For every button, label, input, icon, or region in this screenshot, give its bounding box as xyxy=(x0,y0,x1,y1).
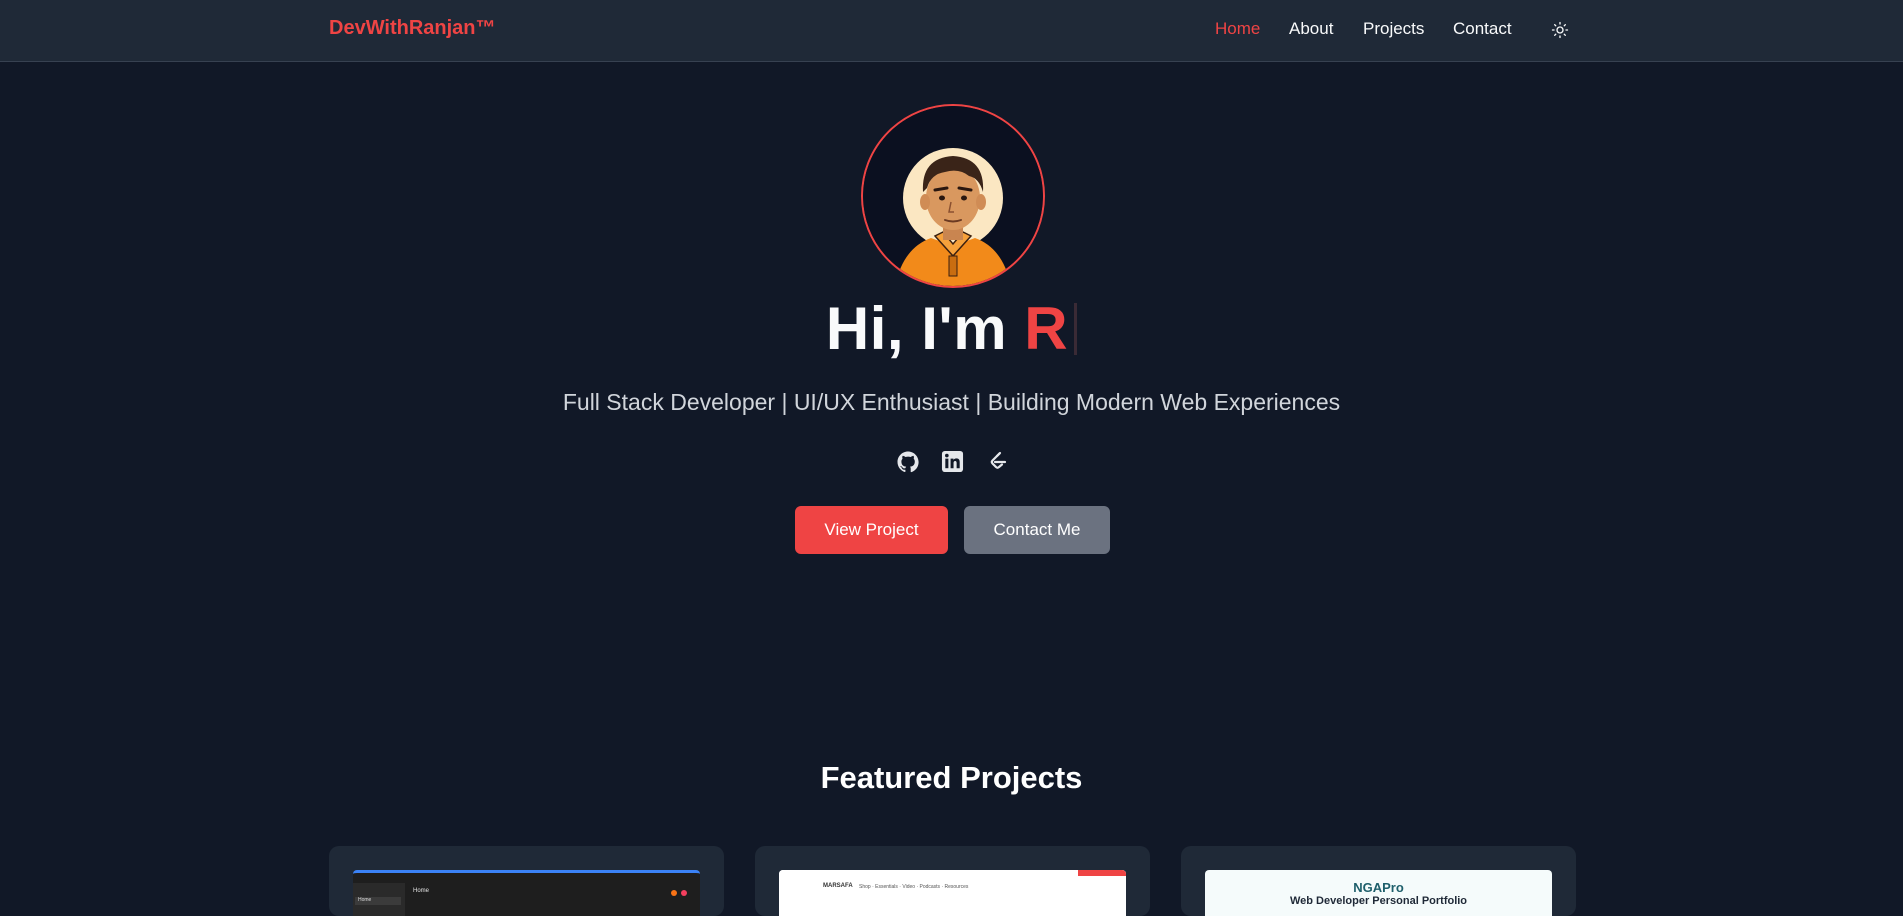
hero-typed-name: R xyxy=(1024,295,1069,362)
hero-greeting: Hi, I'm xyxy=(825,295,1025,362)
hero-heading: Hi, I'm R xyxy=(0,294,1903,363)
github-link[interactable] xyxy=(895,449,920,474)
nav-link-projects[interactable]: Projects xyxy=(1363,19,1424,39)
leetcode-link[interactable] xyxy=(985,449,1010,474)
thumbnail-logo: NGAPro xyxy=(1353,880,1404,895)
navbar: DevWithRanjan™ Home About Projects Conta… xyxy=(0,0,1903,62)
github-icon xyxy=(897,451,919,472)
thumbnail-dot xyxy=(671,890,677,896)
thumbnail-menu: Shop · Essentials · Video · Podcasts · R… xyxy=(859,884,969,890)
nav-link-about[interactable]: About xyxy=(1289,19,1333,39)
sun-icon xyxy=(1551,21,1569,39)
linkedin-link[interactable] xyxy=(940,449,965,474)
hero-subtitle: Full Stack Developer | UI/UX Enthusiast … xyxy=(562,389,1341,415)
project-thumbnail: Home Home xyxy=(353,870,700,916)
typing-cursor xyxy=(1074,303,1078,355)
leetcode-icon xyxy=(990,451,1006,469)
thumbnail-banner xyxy=(1078,870,1126,876)
thumbnail-label: Home xyxy=(413,888,430,894)
thumbnail-topbar xyxy=(779,870,1126,876)
avatar xyxy=(861,104,1045,288)
avatar-illustration xyxy=(863,106,1043,286)
nav-link-home[interactable]: Home xyxy=(1215,19,1260,39)
theme-toggle-button[interactable] xyxy=(1548,18,1572,42)
project-card[interactable]: NGAPro Web Developer Personal Portfolio xyxy=(1181,846,1576,916)
project-card[interactable]: MARSAFA Shop · Essentials · Video · Podc… xyxy=(755,846,1150,916)
nav-link-contact[interactable]: Contact xyxy=(1453,19,1512,39)
project-card[interactable]: Home Home xyxy=(329,846,724,916)
thumbnail-logo: MARSAFA xyxy=(823,883,853,889)
project-thumbnail: MARSAFA Shop · Essentials · Video · Podc… xyxy=(779,870,1126,916)
brand-logo[interactable]: DevWithRanjan™ xyxy=(329,17,496,40)
thumbnail-title: Web Developer Personal Portfolio xyxy=(1289,895,1468,907)
linkedin-icon xyxy=(941,450,964,473)
featured-projects-heading: Featured Projects xyxy=(820,760,1083,795)
thumbnail-sidebar: Home xyxy=(353,883,405,916)
view-project-button[interactable]: View Project xyxy=(795,506,948,554)
thumbnail-dot xyxy=(681,890,687,896)
thumbnail-sidebar-item: Home xyxy=(355,897,401,905)
social-links xyxy=(895,449,1010,474)
project-thumbnail: NGAPro Web Developer Personal Portfolio xyxy=(1205,870,1552,916)
contact-me-button[interactable]: Contact Me xyxy=(964,506,1110,554)
